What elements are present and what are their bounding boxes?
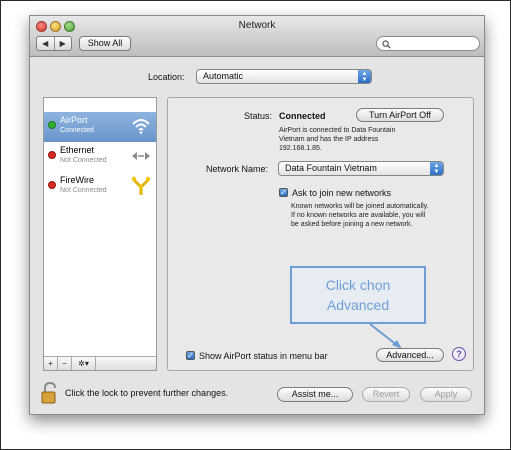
- status-dot-icon: [48, 151, 56, 159]
- forward-button[interactable]: ▶: [55, 37, 72, 50]
- show-status-checkbox[interactable]: ✓: [186, 351, 195, 360]
- status-dot-icon: [48, 121, 56, 129]
- network-name-value: Data Fountain Vietnam: [285, 163, 377, 173]
- show-all-button[interactable]: Show All: [79, 36, 131, 51]
- title-bar: Network ◀ ▶ Show All: [30, 16, 484, 57]
- callout-text: Click chọn: [325, 277, 391, 293]
- service-name: AirPort: [60, 115, 88, 125]
- service-list-footer: + − ✲▾: [44, 356, 156, 370]
- lock-icon[interactable]: [41, 382, 59, 404]
- revert-button[interactable]: Revert: [362, 387, 410, 402]
- status-label: Status:: [244, 111, 273, 121]
- ask-to-join-checkbox[interactable]: ✓: [279, 188, 288, 197]
- back-button[interactable]: ◀: [37, 37, 55, 50]
- wifi-icon: [132, 119, 150, 134]
- network-name-label: Network Name:: [206, 164, 269, 174]
- ask-description: If no known networks are available, you …: [291, 212, 426, 219]
- location-label: Location:: [148, 72, 185, 82]
- status-value: Connected: [279, 111, 326, 121]
- annotation-callout: Click chọn Advanced: [290, 266, 426, 324]
- screenshot-frame: Network ◀ ▶ Show All Location: Automatic…: [0, 0, 511, 450]
- service-item-airport[interactable]: AirPort Connected: [44, 112, 156, 142]
- firewire-icon: [131, 176, 151, 195]
- service-status: Connected: [60, 127, 94, 134]
- service-item-firewire[interactable]: FireWire Not Connected: [44, 172, 156, 202]
- add-service-button[interactable]: +: [44, 357, 58, 370]
- advanced-button[interactable]: Advanced...: [376, 348, 444, 362]
- help-button[interactable]: ?: [452, 347, 466, 361]
- status-description: 192.168.1.85.: [279, 145, 322, 152]
- service-status: Not Connected: [60, 157, 107, 164]
- status-description: AirPort is connected to Data Fountain: [279, 127, 396, 134]
- ethernet-icon: [132, 152, 150, 160]
- search-field[interactable]: [376, 36, 480, 51]
- search-icon: [382, 40, 391, 49]
- back-forward-control: ◀ ▶: [36, 36, 72, 51]
- airport-settings-panel: Status: Connected Turn AirPort Off AirPo…: [167, 97, 474, 371]
- service-list: AirPort Connected Ethernet Not Connected: [43, 97, 157, 371]
- apply-button[interactable]: Apply: [420, 387, 472, 402]
- ask-description: be asked before joining a new network.: [291, 221, 413, 228]
- network-name-popup[interactable]: Data Fountain Vietnam ▲ ▼: [278, 161, 444, 176]
- assist-me-button[interactable]: Assist me...: [277, 387, 353, 402]
- status-description: Vietnam and has the IP address: [279, 136, 379, 143]
- popup-arrows-icon: ▲ ▼: [430, 162, 443, 175]
- action-menu-button[interactable]: ✲▾: [72, 357, 96, 370]
- ask-description: Known networks will be joined automatica…: [291, 203, 429, 210]
- callout-text: Advanced: [326, 297, 390, 313]
- network-window: Network ◀ ▶ Show All Location: Automatic…: [29, 15, 485, 415]
- popup-arrows-icon: ▲ ▼: [358, 70, 371, 83]
- service-status: Not Connected: [60, 187, 107, 194]
- service-name: Ethernet: [60, 145, 95, 155]
- ask-to-join-label[interactable]: Ask to join new networks: [292, 188, 391, 198]
- location-value: Automatic: [203, 71, 244, 81]
- show-status-label[interactable]: Show AirPort status in menu bar: [199, 351, 328, 361]
- service-name: FireWire: [60, 175, 94, 185]
- remove-service-button[interactable]: −: [58, 357, 72, 370]
- status-dot-icon: [48, 181, 56, 189]
- lock-message: Click the lock to prevent further change…: [65, 388, 229, 398]
- location-popup[interactable]: Automatic ▲ ▼: [196, 69, 372, 84]
- window-title: Network: [238, 20, 276, 31]
- turn-airport-off-button[interactable]: Turn AirPort Off: [356, 108, 444, 122]
- service-item-ethernet[interactable]: Ethernet Not Connected: [44, 142, 156, 172]
